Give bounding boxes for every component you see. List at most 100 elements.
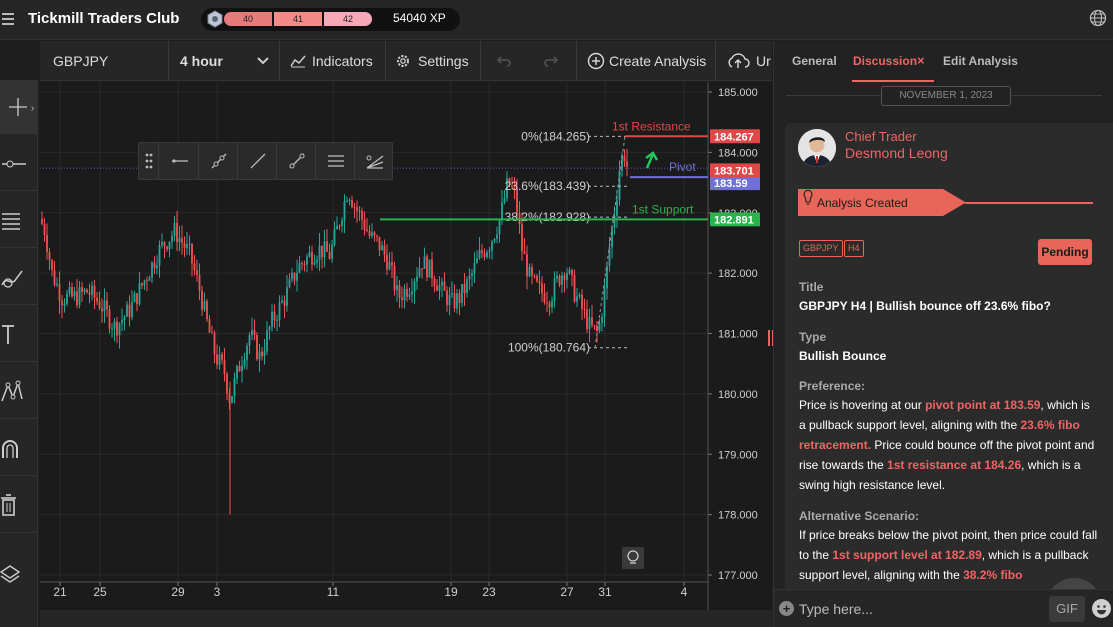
chevron-right-icon[interactable]: › — [27, 96, 38, 122]
segment-icon — [289, 153, 305, 169]
candle-body — [571, 269, 573, 276]
horizontal-line-icon — [2, 160, 26, 168]
candle-body — [128, 304, 131, 318]
settings-button[interactable]: Settings — [418, 41, 469, 81]
draw-fibfan-button[interactable] — [355, 143, 394, 179]
type-value: Bullish Bounce — [799, 349, 887, 363]
magnet-tool[interactable] — [0, 422, 38, 476]
candle-body — [253, 330, 256, 335]
alt-scenario-label: Alternative Scenario: — [799, 509, 920, 523]
candle-body — [246, 345, 248, 361]
date-separator: NOVEMBER 1, 2023 — [881, 86, 1011, 106]
candle-body — [48, 251, 51, 260]
draw-ray-button[interactable] — [160, 143, 199, 179]
candle-body — [496, 234, 498, 239]
price-tick-label: 181.000 — [718, 329, 758, 341]
symbol-selector[interactable]: GBPJPY — [53, 41, 108, 81]
candle-body — [568, 269, 571, 274]
drawing-tools-sidebar — [0, 80, 38, 627]
last_price-price-tag-label: 183.701 — [714, 165, 754, 177]
create-analysis-button[interactable]: Create Analysis — [609, 41, 706, 81]
candle-body — [551, 300, 553, 308]
candle-body — [136, 293, 138, 305]
candle-body — [558, 275, 561, 285]
candle-body — [556, 275, 558, 279]
draw-trendline-button[interactable] — [199, 143, 238, 179]
drag-handle[interactable] — [139, 143, 159, 179]
candle-body — [358, 210, 361, 212]
candle-body — [441, 281, 443, 286]
pattern-tool[interactable] — [0, 365, 38, 419]
candle-body — [493, 238, 496, 242]
candle-body — [486, 252, 488, 258]
analysis-card: Chief Trader Desmond Leong Analysis Crea… — [785, 123, 1113, 623]
candle-body — [138, 283, 141, 305]
candle-body — [408, 294, 411, 297]
candle-body — [323, 241, 326, 258]
line-tool[interactable] — [0, 137, 38, 191]
fib-level-label: 0%(184.265) — [521, 129, 590, 143]
candle-body — [456, 293, 458, 309]
time-tick-label: 19 — [444, 585, 458, 599]
add-attachment-icon[interactable]: + — [779, 601, 794, 616]
candle-body — [181, 238, 183, 244]
candle-body — [261, 351, 263, 357]
candle-body — [176, 222, 178, 243]
menu-icon[interactable] — [2, 10, 14, 28]
message-input[interactable] — [799, 598, 1039, 620]
candle-body — [353, 207, 356, 209]
candle-body — [173, 222, 176, 236]
candle-body — [231, 396, 233, 403]
candle-body — [311, 252, 313, 265]
candle-body — [291, 272, 293, 280]
draw-channel-button[interactable] — [316, 143, 355, 179]
candle-body — [281, 300, 283, 303]
delete-tool[interactable] — [0, 479, 38, 533]
text-tool[interactable] — [0, 308, 38, 362]
candle-body — [581, 294, 583, 310]
candle-body — [63, 303, 66, 306]
alt-scenario-text: If price breaks below the pivot point, t… — [799, 528, 1098, 582]
candle-body — [521, 224, 523, 252]
indicators-button[interactable]: Indicators — [312, 41, 373, 81]
undo-icon[interactable] — [496, 55, 512, 67]
candle-body — [183, 243, 186, 248]
avatar[interactable] — [798, 129, 836, 167]
candle-body — [421, 268, 423, 270]
tab-discussion[interactable]: Discussion — [853, 54, 917, 68]
price-tick-label: 185.000 — [718, 87, 758, 99]
draw-segment-button[interactable] — [277, 143, 316, 179]
price-tick-label: 184.000 — [718, 147, 758, 159]
candle-body — [186, 244, 188, 248]
draw-line-button[interactable] — [238, 143, 277, 179]
chevron-down-icon[interactable] — [256, 56, 270, 66]
layers-tool[interactable] — [0, 550, 38, 604]
candle-body — [156, 265, 158, 269]
tab-edit-analysis[interactable]: Edit Analysis — [943, 54, 1018, 68]
candle-body — [216, 354, 218, 365]
time-tick-label: 27 — [560, 585, 574, 599]
candle-body — [601, 316, 603, 323]
timeframe-selector[interactable]: 4 hour — [180, 41, 223, 81]
candle-body — [98, 301, 101, 309]
gif-button[interactable]: GIF — [1049, 596, 1085, 622]
author-name[interactable]: Desmond Leong — [845, 145, 948, 161]
upload-cloud-icon — [728, 53, 750, 68]
candle-body — [371, 232, 373, 236]
fib-tool[interactable] — [0, 194, 38, 248]
upload-button[interactable]: Ur — [756, 41, 771, 81]
brush-tool[interactable] — [0, 251, 38, 305]
candle-body — [366, 229, 368, 231]
redo-icon[interactable] — [543, 55, 559, 67]
tab-general[interactable]: General — [792, 54, 837, 68]
candle-body — [351, 200, 353, 208]
globe-icon[interactable] — [1089, 9, 1107, 27]
close-tab-icon[interactable]: × — [917, 53, 925, 68]
candle-body — [583, 309, 586, 311]
candle-body — [543, 293, 546, 303]
candle-body — [533, 275, 536, 277]
candle-body — [333, 229, 336, 246]
emoji-icon[interactable] — [1092, 599, 1111, 618]
candle-body — [471, 273, 473, 276]
candle-body — [488, 250, 491, 253]
